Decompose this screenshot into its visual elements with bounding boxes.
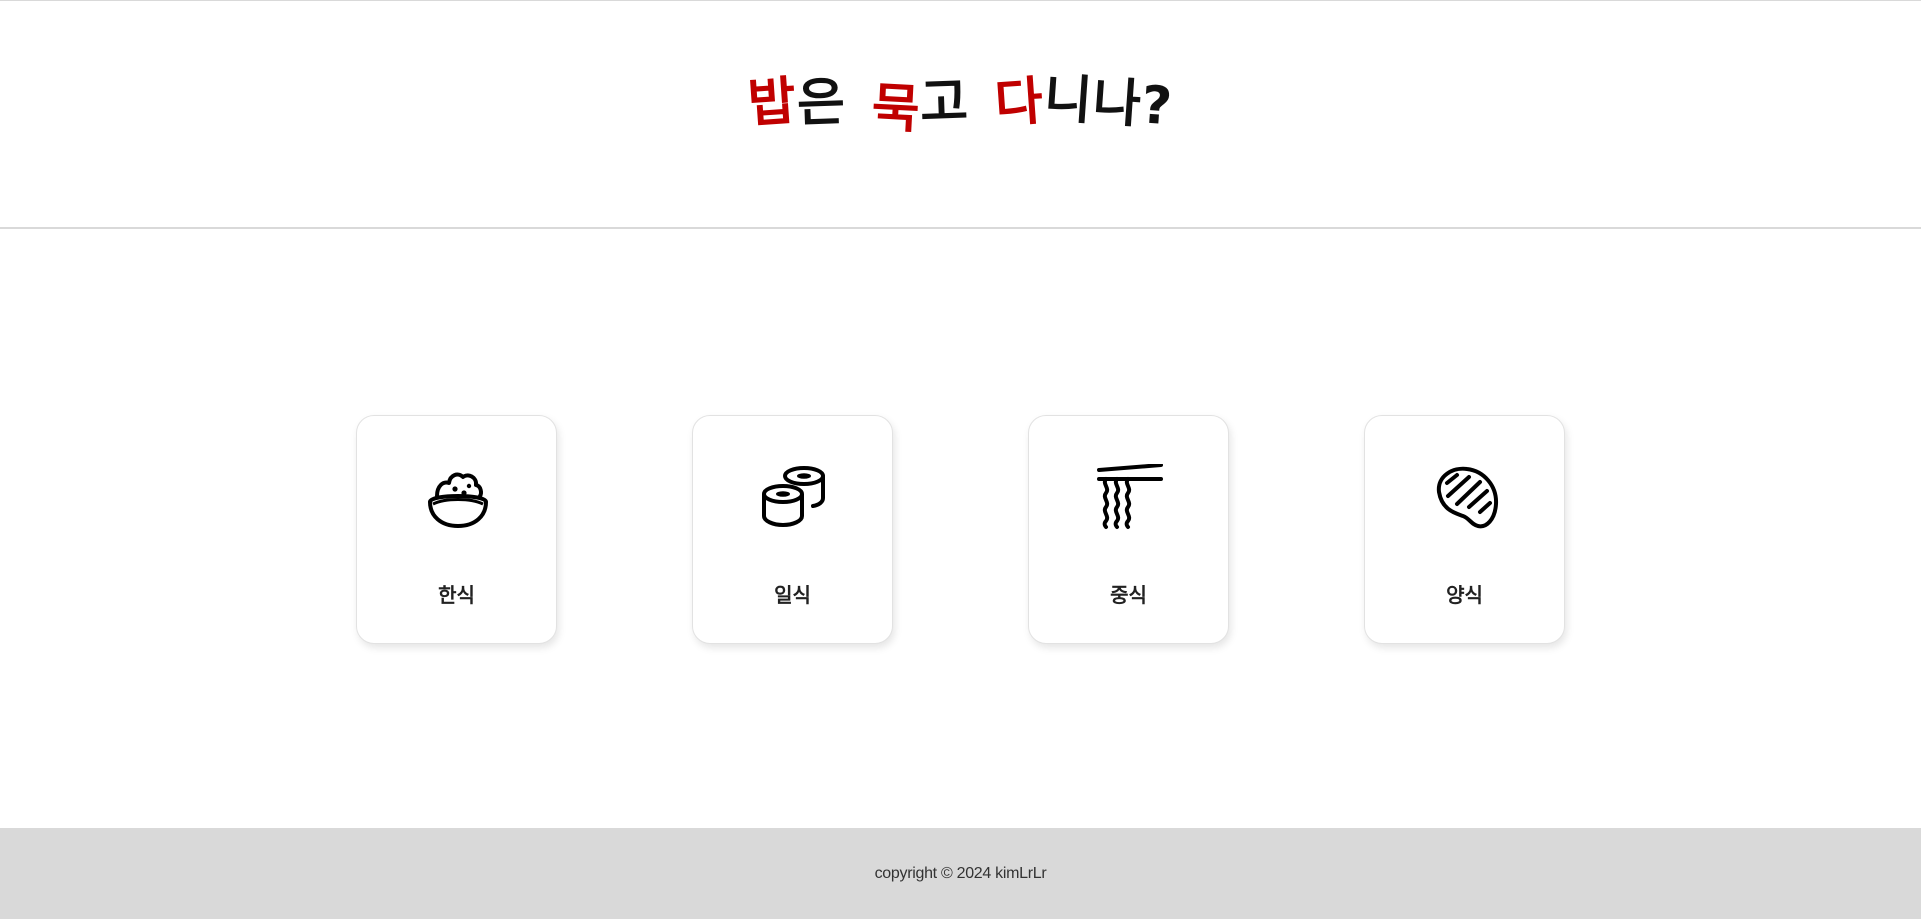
steak-icon — [1436, 466, 1499, 529]
category-label: 한식 — [438, 583, 475, 607]
page: 밥 은 묵 고 다 니나? 한식 일식 중식 양식 copyright © 20… — [0, 0, 1921, 919]
sushi-roll-icon — [762, 466, 825, 527]
noodles-chopsticks-icon — [1097, 464, 1163, 529]
logo-part-6: 니나? — [1042, 68, 1175, 137]
category-card-western[interactable]: 양식 — [1364, 415, 1565, 644]
site-logo[interactable]: 밥 은 묵 고 다 니나? — [745, 68, 1175, 140]
logo-part-4: 고 — [919, 71, 971, 134]
logo-part-2: 은 — [795, 71, 847, 134]
category-card-japanese[interactable]: 일식 — [692, 415, 893, 644]
logo-part-5: 다 — [993, 70, 1047, 135]
logo-part-3: 묵 — [869, 77, 922, 140]
category-label: 일식 — [774, 583, 811, 607]
category-card-korean[interactable]: 한식 — [356, 415, 557, 644]
category-card-chinese[interactable]: 중식 — [1028, 415, 1229, 644]
category-label: 중식 — [1110, 583, 1147, 607]
logo-part-1: 밥 — [745, 70, 799, 135]
copyright-text: copyright © 2024 kimLrLr — [874, 864, 1047, 882]
rice-bowl-icon — [428, 472, 488, 528]
category-label: 양식 — [1446, 583, 1483, 607]
site-footer: copyright © 2024 kimLrLr — [0, 828, 1921, 919]
category-cards: 한식 일식 중식 양식 — [0, 415, 1921, 644]
site-header: 밥 은 묵 고 다 니나? — [0, 0, 1921, 229]
